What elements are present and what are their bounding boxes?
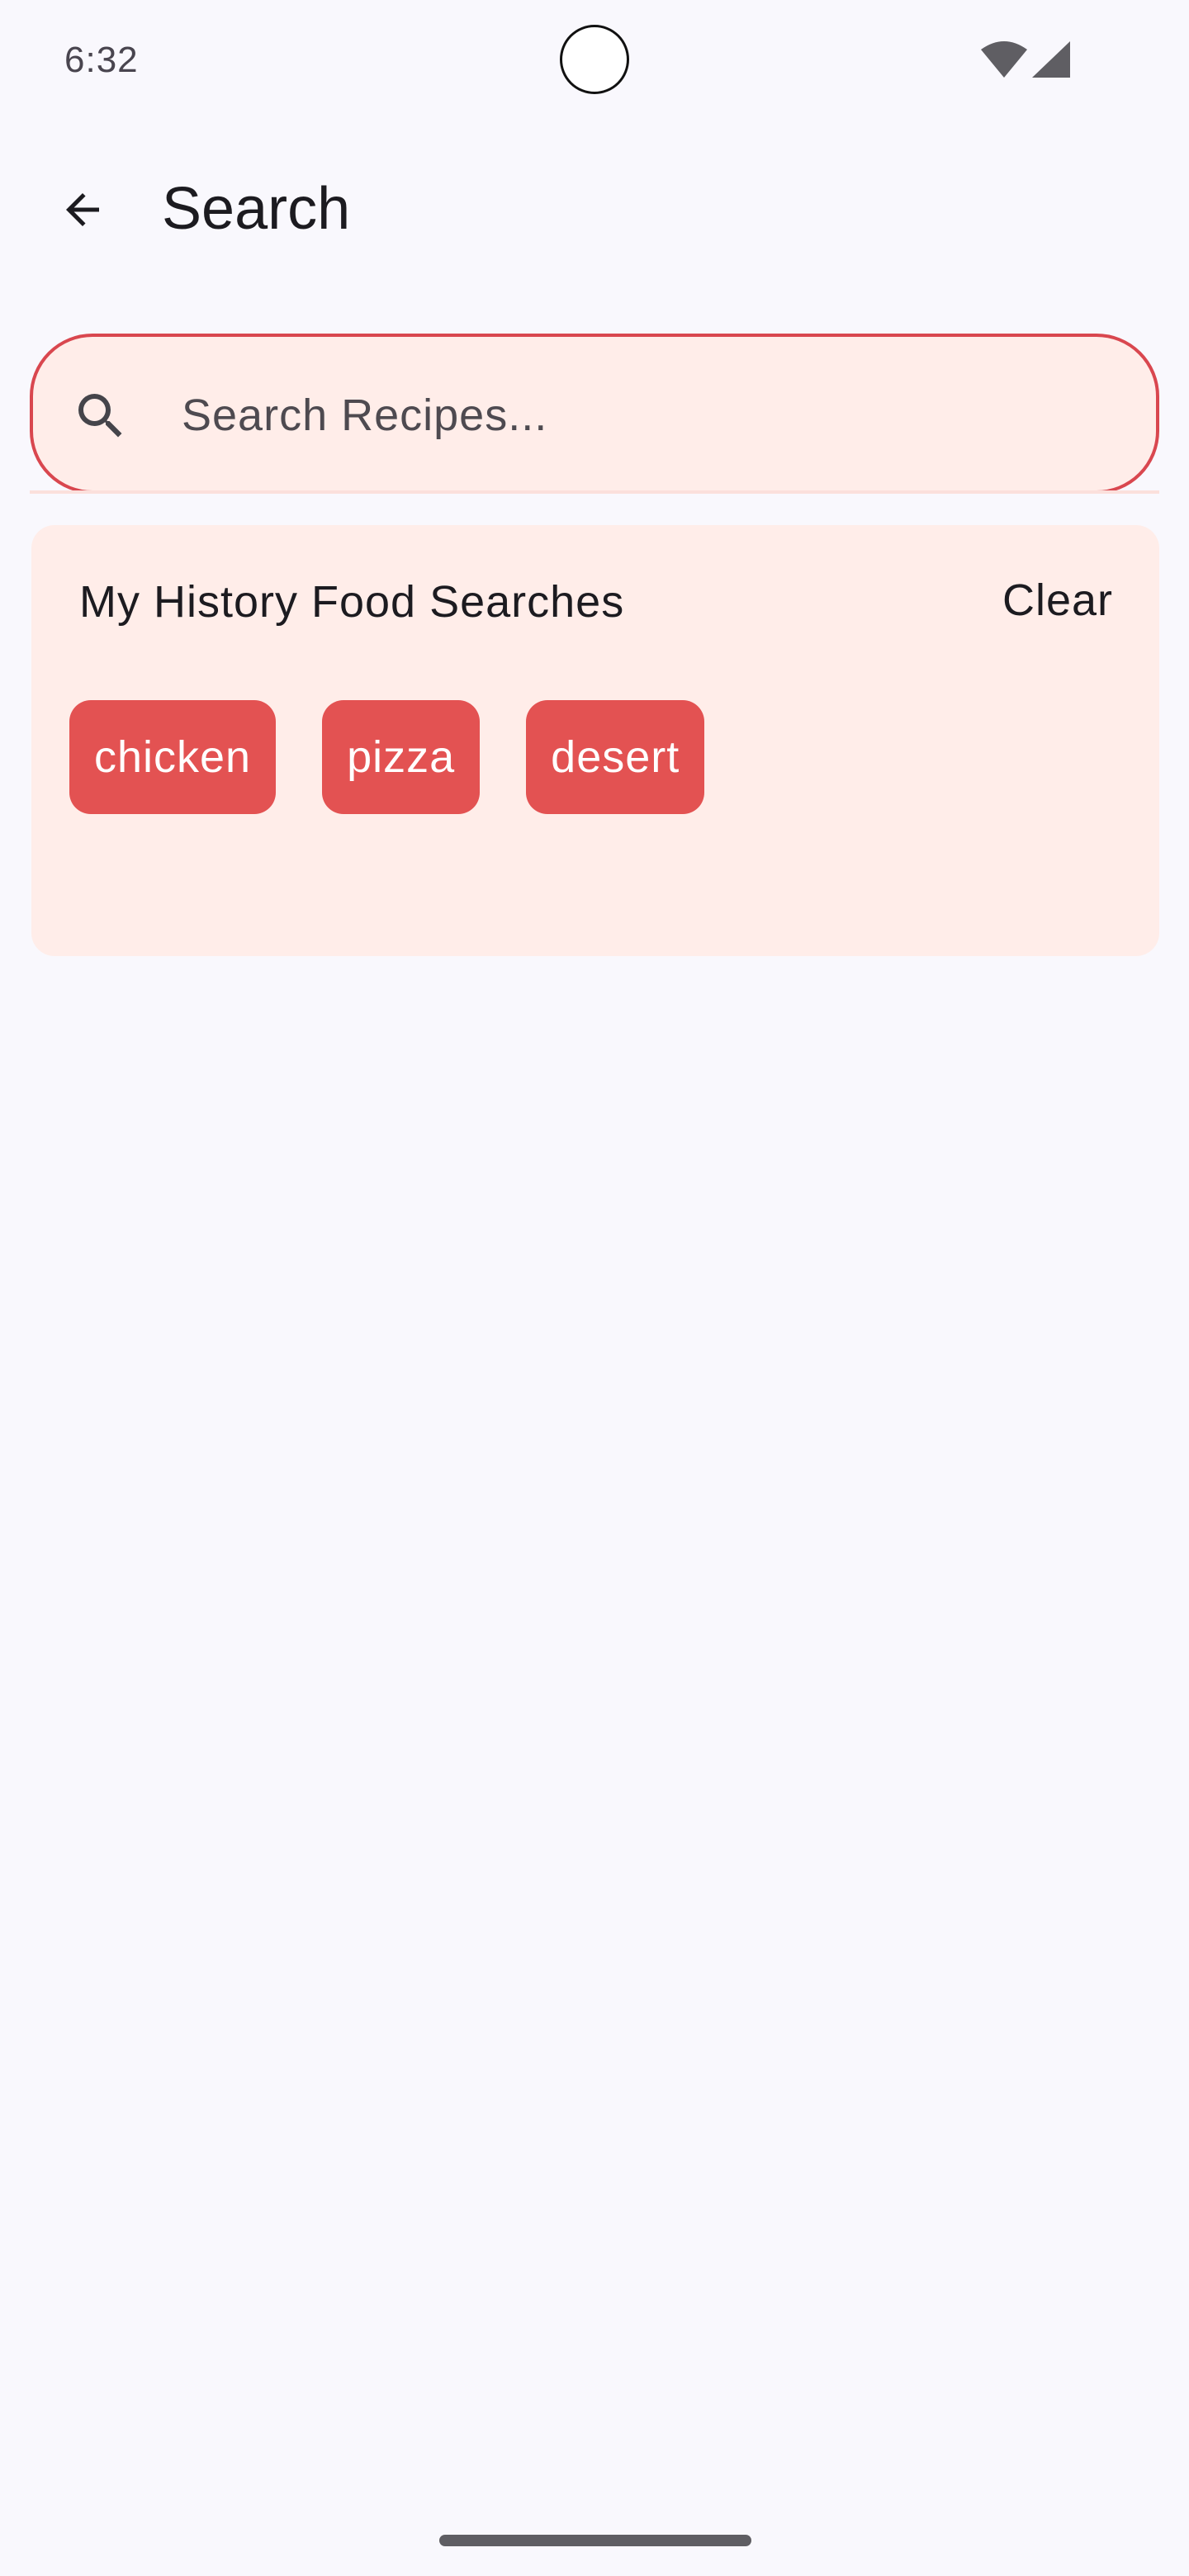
history-chip-chicken[interactable]: chicken: [69, 700, 277, 814]
search-icon: [78, 394, 122, 438]
status-bar: 6:32: [0, 0, 1189, 124]
history-chip-pizza[interactable]: pizza: [322, 700, 481, 814]
camera-cutout: [560, 25, 629, 94]
search-field[interactable]: [30, 334, 1159, 494]
wifi-icon: [981, 41, 1027, 78]
search-screen: 6:32 Search My History Food Searches Cle…: [0, 0, 1189, 2576]
signal-icon: [1032, 41, 1070, 78]
history-chip-desert[interactable]: desert: [526, 700, 705, 814]
search-divider: [30, 490, 1159, 494]
status-time: 6:32: [64, 40, 139, 80]
top-app-bar: Search: [0, 124, 1189, 297]
clear-history-button[interactable]: Clear: [1002, 566, 1113, 634]
search-history-card: My History Food Searches Clear chicken p…: [31, 525, 1159, 956]
history-title: My History Food Searches: [79, 577, 625, 627]
gesture-nav-handle[interactable]: [439, 2535, 751, 2546]
search-input[interactable]: [182, 370, 1115, 461]
page-title: Search: [162, 176, 351, 242]
back-button[interactable]: [43, 170, 122, 249]
history-chips: chicken pizza desert: [69, 700, 705, 814]
arrow-back-icon: [66, 193, 99, 226]
